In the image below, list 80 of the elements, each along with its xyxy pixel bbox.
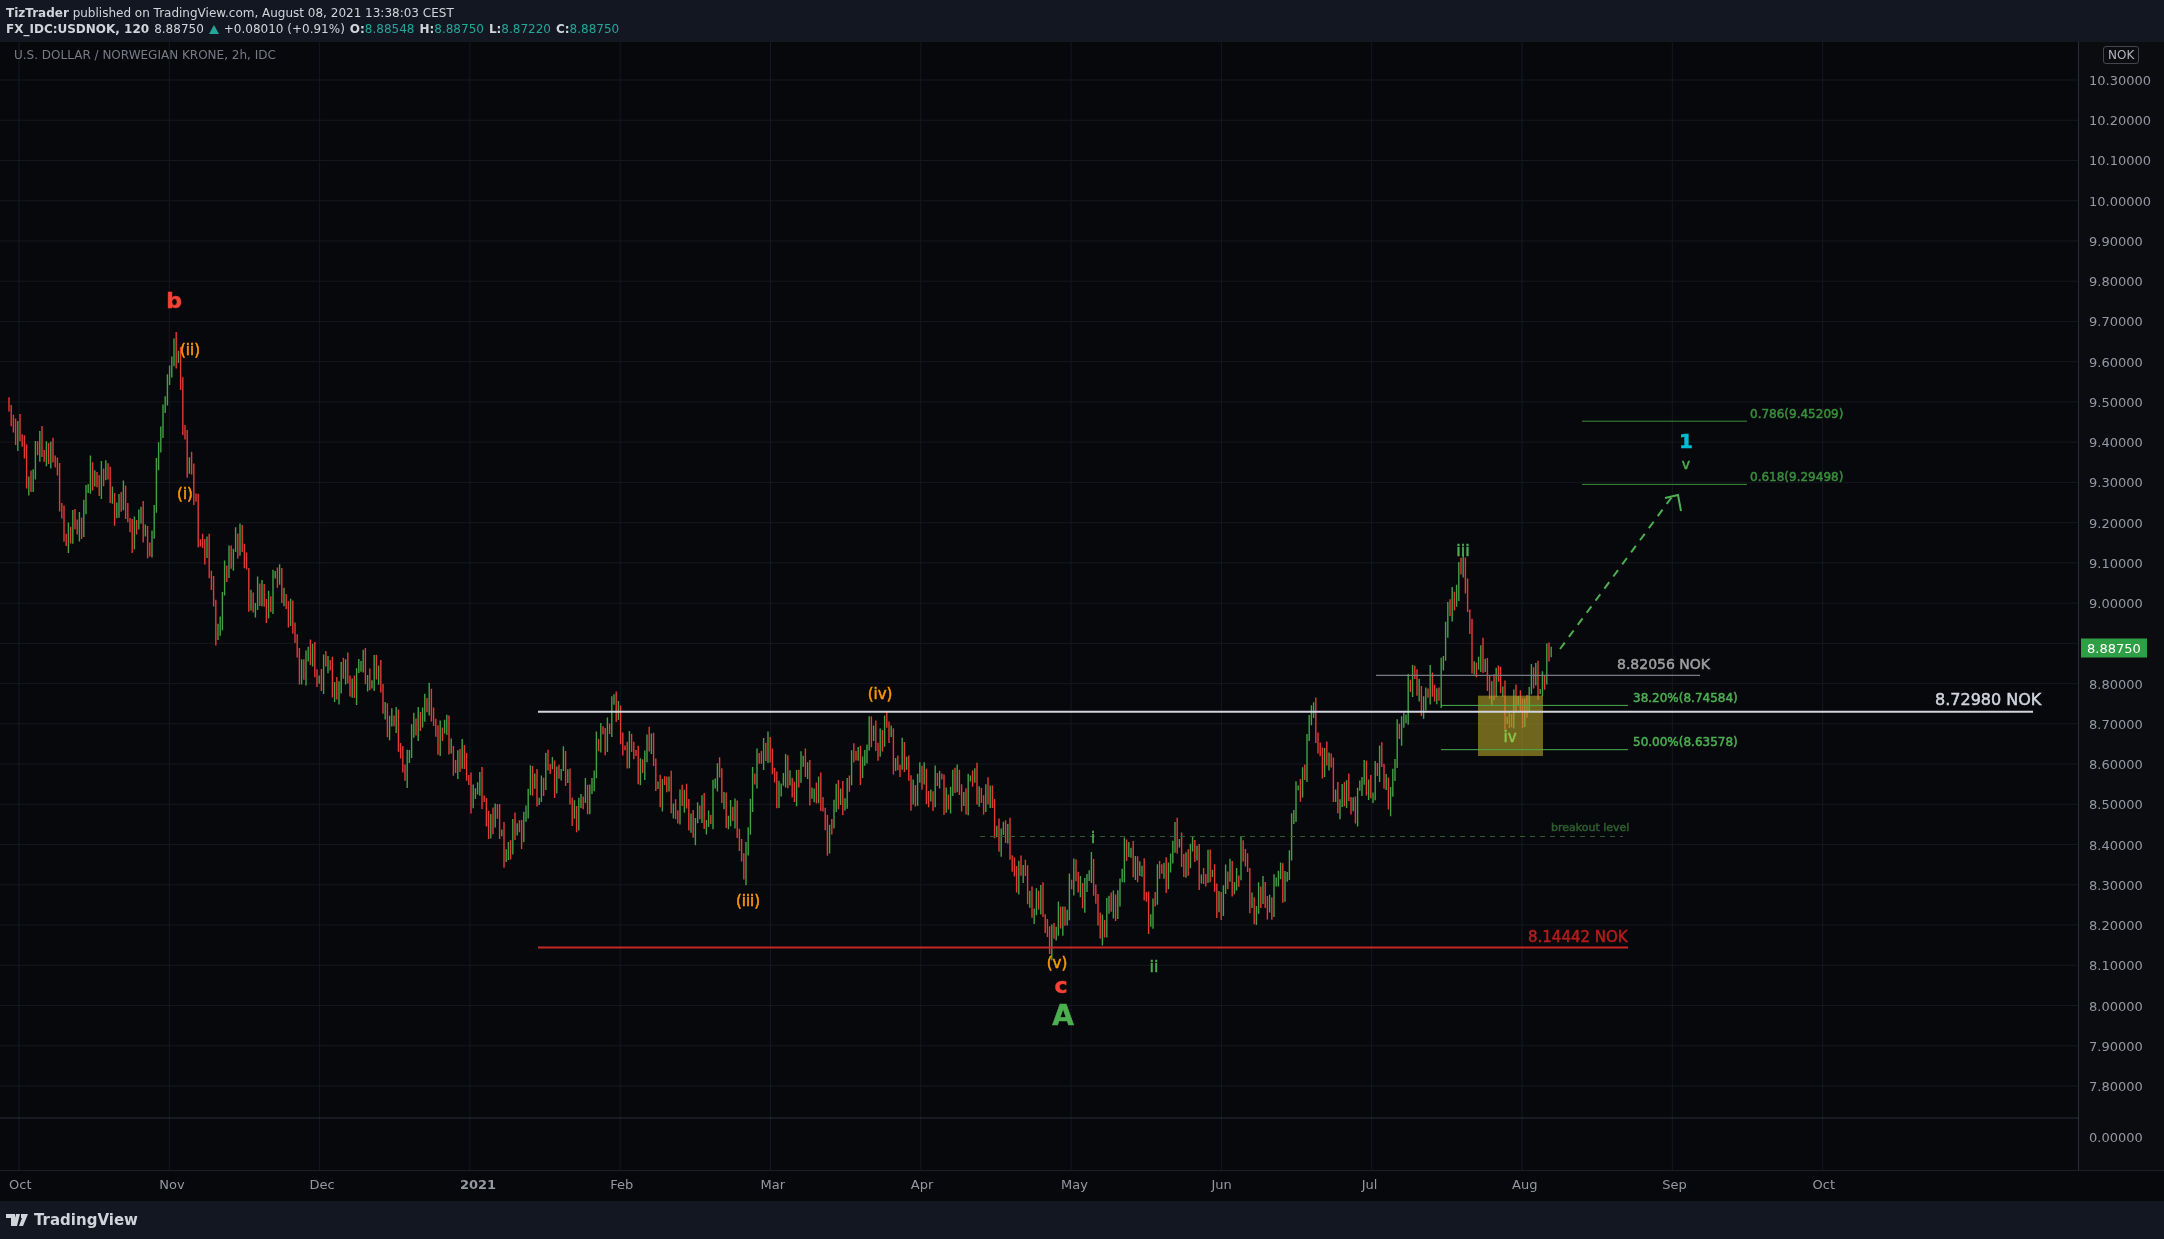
price-tick: 0.00000 (2089, 1129, 2143, 1145)
price-tick: 8.50000 (2089, 796, 2143, 812)
ohlc-label: O: (349, 22, 365, 36)
ohlc-value: 8.87220 (501, 22, 551, 36)
price-tick: 10.20000 (2089, 112, 2152, 128)
time-tick: Feb (610, 1177, 634, 1192)
price-tick: 10.00000 (2089, 193, 2152, 209)
wave-label: iv (1503, 727, 1517, 746)
price-tick: 10.30000 (2089, 72, 2152, 88)
wave-label: 1 (1679, 428, 1693, 453)
correction-zone (1478, 695, 1543, 757)
time-tick: Jun (1211, 1177, 1232, 1192)
last-price: 8.88750 (154, 22, 204, 36)
wave-label: (iii) (735, 891, 761, 910)
symbol-label: FX_IDC:USDNOK, 120 (6, 22, 150, 36)
wave-label: breakout level (1551, 821, 1630, 834)
wave-label: b (166, 288, 182, 313)
price-tick: 9.00000 (2089, 595, 2143, 611)
price-tick: 9.30000 (2089, 474, 2143, 490)
price-tick: 9.70000 (2089, 313, 2143, 329)
price-tick: 9.60000 (2089, 354, 2143, 370)
price-tick: 9.80000 (2089, 273, 2143, 289)
price-tick: 8.10000 (2089, 957, 2143, 973)
price-tick: 8.60000 (2089, 756, 2143, 772)
wave-label: (iv) (867, 684, 893, 703)
ohlc-label: C: (556, 22, 570, 36)
time-tick: Oct (1812, 1177, 1836, 1192)
currency-label: NOK (2103, 46, 2140, 64)
price-tick: 8.00000 (2089, 998, 2143, 1013)
last-price-tag: 8.88750 (2081, 638, 2147, 658)
wave-label: iii (1456, 540, 1470, 560)
wave-label: (ii) (180, 340, 200, 359)
wave-label: A (1052, 999, 1074, 1032)
wave-label: i (1090, 828, 1096, 847)
wave-label: 50.00%(8.63578) (1633, 734, 1738, 749)
up-triangle-icon (208, 24, 219, 34)
ohlc-value: 8.88750 (569, 22, 620, 36)
wave-label: (i) (177, 484, 193, 503)
price-tick: 9.90000 (2089, 233, 2143, 249)
wave-label: 0.618(9.29498) (1750, 469, 1844, 484)
ohlc-label: L: (488, 22, 502, 36)
wave-label: 0.786(9.45209) (1750, 406, 1844, 421)
price-tick: 8.30000 (2089, 877, 2143, 893)
price-change: +0.08010 (+0.91%) (223, 22, 345, 36)
price-tick: 8.40000 (2089, 837, 2143, 853)
time-tick: Apr (910, 1177, 934, 1192)
price-tick: 9.40000 (2089, 434, 2143, 450)
price-tick: 8.80000 (2089, 676, 2143, 692)
ohlc-label: H: (419, 22, 435, 36)
brand-name: TradingView (34, 1211, 138, 1229)
price-tick: 10.10000 (2089, 152, 2152, 168)
ohlc-value: 8.88750 (434, 22, 484, 36)
price-tick: 8.70000 (2089, 716, 2143, 732)
time-tick: Oct (9, 1177, 32, 1192)
wave-label: 38.20%(8.74584) (1633, 690, 1738, 705)
time-tick: Jul (1361, 1177, 1378, 1192)
time-tick: 2021 (459, 1177, 497, 1192)
wave-label: (v) (1046, 953, 1068, 972)
price-tick: 9.20000 (2089, 515, 2143, 531)
price-tick: 7.90000 (2089, 1038, 2143, 1054)
price-tick: 7.80000 (2089, 1078, 2143, 1094)
price-tick: 9.50000 (2089, 394, 2143, 410)
wave-label: 8.82056 NOK (1617, 656, 1711, 672)
publish-info: TizTrader published on TradingView.com, August 08, 2021 13:38:03 CEST (6, 6, 454, 20)
price-tick: 8.20000 (2089, 917, 2143, 933)
wave-label: 8.72980 NOK (1935, 689, 2042, 709)
logo-icon (6, 1214, 28, 1226)
wave-label: c (1054, 973, 1068, 998)
time-tick: Aug (1512, 1177, 1538, 1192)
chart-title: U.S. DOLLAR / NORWEGIAN KRONE, 2h, IDC (14, 48, 276, 62)
time-tick: May (1061, 1177, 1088, 1192)
time-tick: Dec (309, 1177, 335, 1192)
wave-label: ii (1149, 956, 1159, 976)
wave-label: v (1681, 456, 1691, 472)
ohlc-value: 8.88548 (364, 22, 415, 36)
time-tick: Nov (159, 1177, 185, 1192)
price-tick: 9.10000 (2089, 555, 2143, 571)
wave-label: 8.14442 NOK (1528, 927, 1628, 946)
time-tick: Mar (760, 1177, 786, 1192)
time-tick: Sep (1662, 1177, 1687, 1192)
